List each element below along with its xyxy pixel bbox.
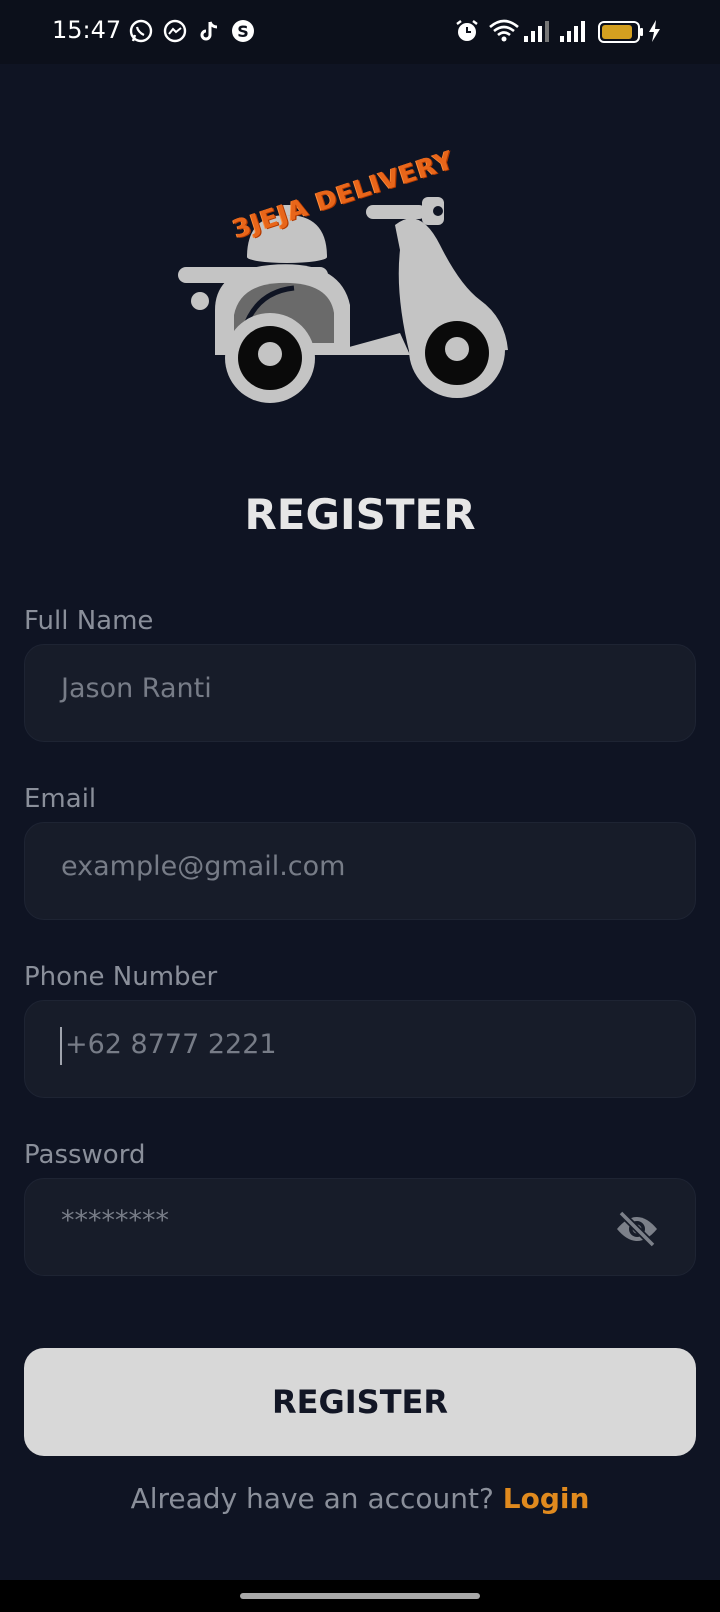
home-indicator[interactable] (240, 1593, 480, 1599)
login-prompt: Already have an account? Login (0, 1482, 720, 1515)
svg-text:S: S (237, 22, 249, 41)
phone-value: +62 8777 2221 (65, 1029, 277, 1060)
s-app-icon: S (232, 20, 254, 42)
battery-icon (598, 21, 643, 43)
eye-off-icon[interactable] (615, 1209, 659, 1249)
app-logo: 3JEJA DELIVERY (170, 125, 530, 415)
password-value: ******** (61, 1205, 169, 1236)
register-button[interactable]: REGISTER (24, 1348, 696, 1456)
wifi-icon (489, 19, 519, 42)
status-bar: 15:47 S (0, 0, 720, 64)
phone-field[interactable]: +62 8777 2221 (24, 1000, 696, 1098)
navigation-bar (0, 1580, 720, 1612)
phone-label: Phone Number (24, 962, 218, 992)
email-label: Email (24, 784, 97, 814)
email-field[interactable]: example@gmail.com (24, 822, 696, 920)
messenger-icon (163, 19, 187, 43)
password-field[interactable]: ******** (24, 1178, 696, 1276)
signal-icon (560, 21, 585, 42)
email-value: example@gmail.com (61, 851, 346, 882)
signal-icon (524, 21, 549, 42)
login-link[interactable]: Login (503, 1482, 590, 1515)
page-title: REGISTER (244, 490, 476, 539)
full-name-field[interactable]: Jason Ranti (24, 644, 696, 742)
login-prompt-text: Already have an account? (130, 1482, 494, 1515)
full-name-value: Jason Ranti (61, 673, 212, 704)
full-name-label: Full Name (24, 606, 154, 636)
tiktok-icon (200, 21, 218, 41)
scooter-icon (178, 197, 508, 403)
status-time: 15:47 (52, 16, 122, 44)
whatsapp-icon (129, 19, 153, 43)
alarm-icon (456, 20, 478, 41)
charging-icon (649, 20, 660, 42)
text-cursor (60, 1027, 62, 1065)
password-label: Password (24, 1140, 146, 1170)
